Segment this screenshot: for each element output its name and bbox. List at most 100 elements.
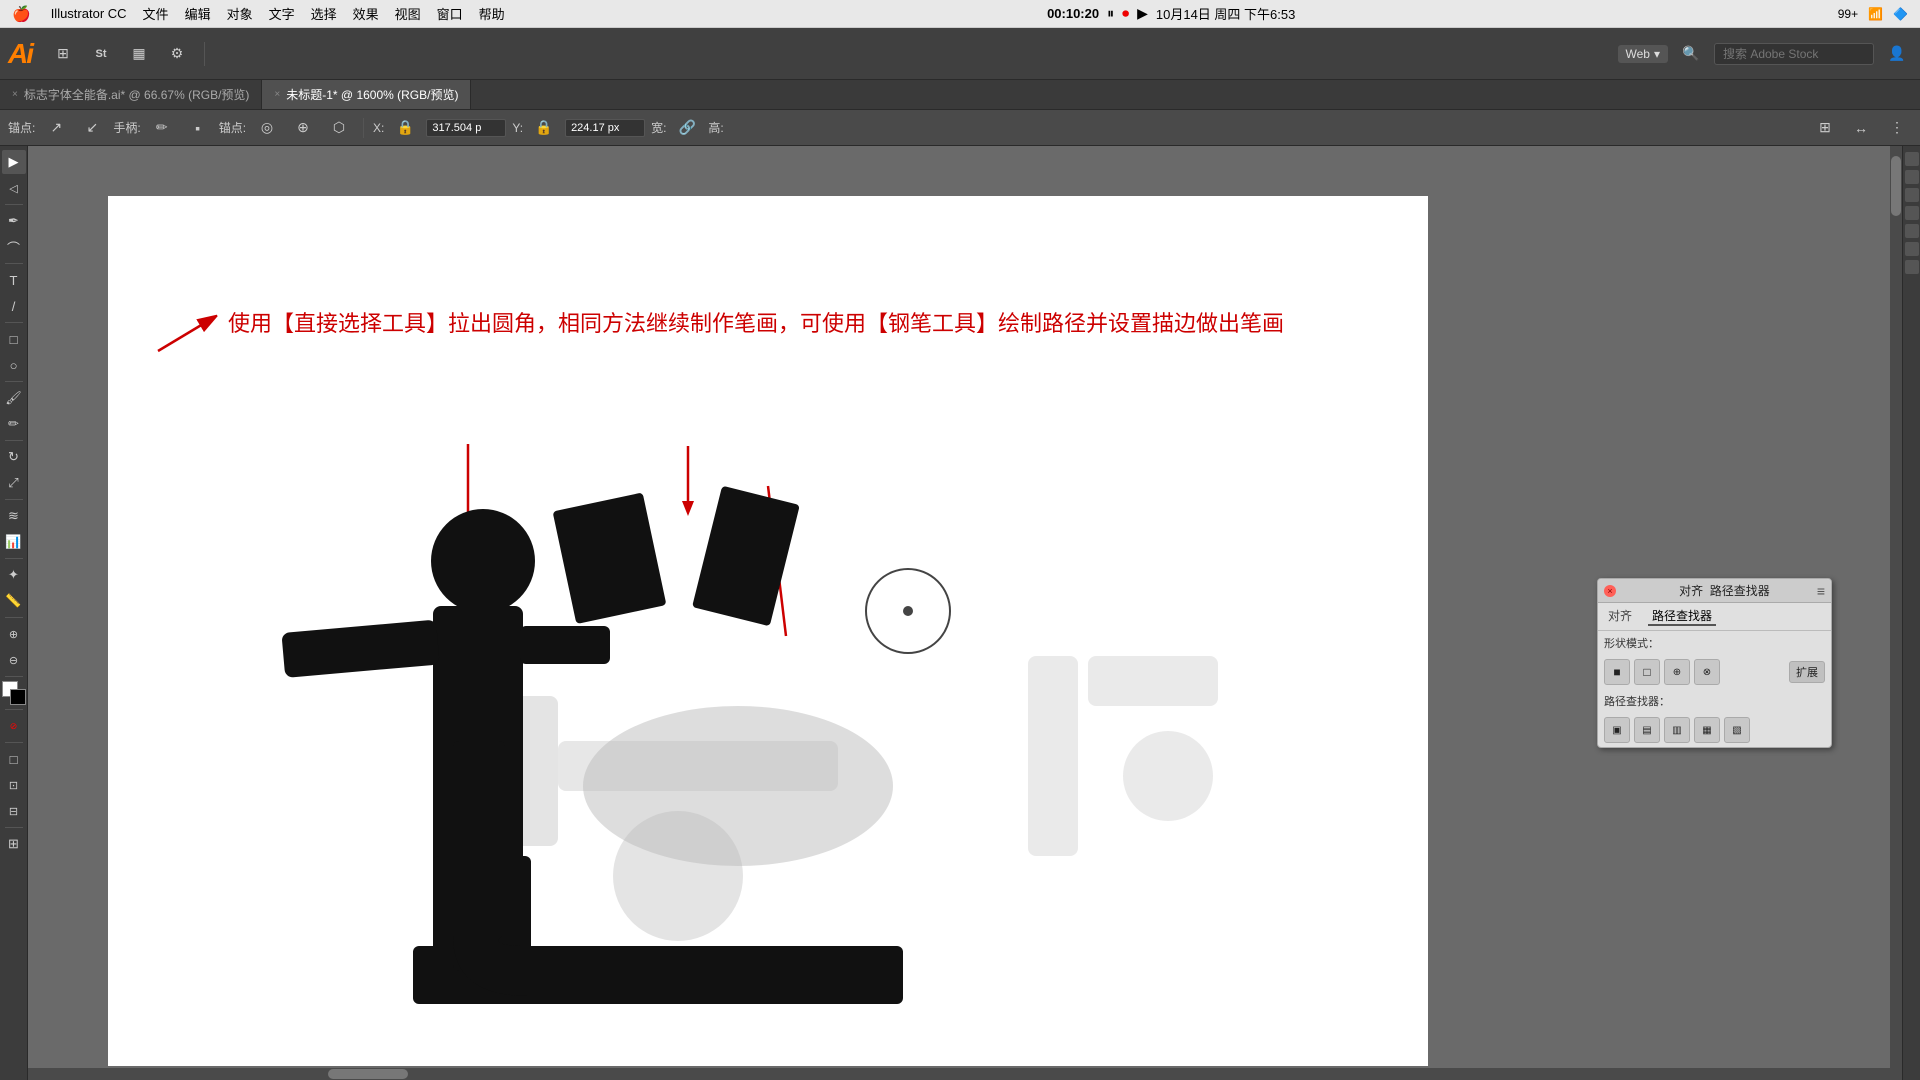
screen-mode[interactable]: ⊞ — [2, 832, 26, 856]
expand-button[interactable]: 扩展 — [1789, 661, 1825, 683]
crop-button[interactable]: ▦ — [1694, 717, 1720, 743]
curvature-tool[interactable]: ⌒ — [2, 235, 26, 259]
play-icon[interactable]: ▶ — [1137, 5, 1148, 22]
tab-1[interactable]: × 未标题-1* @ 1600% (RGB/预览) — [262, 80, 471, 109]
draw-inside[interactable]: ⊡ — [2, 773, 26, 797]
date-display: 10月14日 周四 下午6:53 — [1156, 4, 1295, 23]
warp-tool[interactable]: ≋ — [2, 504, 26, 528]
divide-button[interactable]: ▣ — [1604, 717, 1630, 743]
menu-text[interactable]: 文字 — [269, 4, 295, 23]
scrollbar-vertical[interactable] — [1890, 146, 1902, 1080]
anchor-convert-icon[interactable]: ↗ — [41, 113, 71, 143]
tool-sep1 — [5, 204, 23, 205]
arrange-icon[interactable]: ⊞ — [48, 39, 78, 69]
intersect-button[interactable]: ⊕ — [1664, 659, 1690, 685]
merge-button[interactable]: ▥ — [1664, 717, 1690, 743]
trim-button[interactable]: ▤ — [1634, 717, 1660, 743]
search-input[interactable] — [1714, 43, 1874, 65]
link-icon[interactable]: 🔗 — [672, 113, 702, 143]
more-icon[interactable]: ⋮ — [1882, 113, 1912, 143]
main-layout: ▶ ◁ ✒ ⌒ T / □ ○ 🖌 ✏ ↻ ⤢ ≋ 📊 ✦ 📏 ⊕ ⊖ ⊘ — [0, 146, 1920, 1080]
right-panel-btn7[interactable] — [1905, 260, 1919, 274]
scrollbar-horizontal[interactable] — [28, 1068, 1890, 1080]
menu-select[interactable]: 选择 — [311, 4, 337, 23]
user-icon[interactable]: 👤 — [1882, 39, 1912, 69]
anchor-icon[interactable]: ◎ — [252, 113, 282, 143]
measure-tool[interactable]: 📏 — [2, 589, 26, 613]
scrollbar-thumb-v[interactable] — [1891, 156, 1901, 216]
anchor-smooth-icon[interactable]: ↙ — [77, 113, 107, 143]
multi-icon[interactable]: ⬡ — [324, 113, 354, 143]
chevron-down-icon: ▾ — [1654, 47, 1660, 61]
menu-window[interactable]: 窗口 — [437, 4, 463, 23]
tab-0-close[interactable]: × — [12, 89, 18, 100]
menu-object[interactable]: 对象 — [227, 4, 253, 23]
align-icon[interactable]: ⊞ — [1810, 113, 1840, 143]
zoom-out-tool[interactable]: ⊖ — [2, 648, 26, 672]
right-panel-btn3[interactable] — [1905, 188, 1919, 202]
tool-sep10 — [5, 709, 23, 710]
right-panel-btn6[interactable] — [1905, 242, 1919, 256]
fill-stroke-colors[interactable] — [2, 681, 26, 705]
st-icon[interactable]: St — [86, 39, 116, 69]
pathfinder-panel: × 对齐 路径查找器 ≡ 对齐 路径查找器 形状模式： ■ □ ⊕ ⊗ 扩展 — [1597, 578, 1832, 748]
layout-icon[interactable]: ▦ — [124, 39, 154, 69]
pencil-tool[interactable]: ✏ — [2, 412, 26, 436]
draw-behind[interactable]: ⊟ — [2, 799, 26, 823]
right-panel-btn1[interactable] — [1905, 152, 1919, 166]
unite-button[interactable]: ■ — [1604, 659, 1630, 685]
x-input[interactable] — [426, 119, 506, 137]
minus-front-button[interactable]: □ — [1634, 659, 1660, 685]
hand-icon[interactable]: ✏ — [147, 113, 177, 143]
scrollbar-thumb-h[interactable] — [328, 1069, 408, 1079]
menu-edit[interactable]: 编辑 — [185, 4, 211, 23]
menu-file[interactable]: 文件 — [143, 4, 169, 23]
hand-square[interactable]: ▪ — [183, 113, 213, 143]
pen-tool[interactable]: ✒ — [2, 209, 26, 233]
text-tool[interactable]: T — [2, 268, 26, 292]
panel-close-button[interactable]: × — [1604, 585, 1616, 597]
pause-icon[interactable]: ⏸ — [1107, 5, 1114, 22]
right-panel-btn4[interactable] — [1905, 206, 1919, 220]
tab-align[interactable]: 对齐 — [1604, 607, 1636, 626]
select-tool[interactable]: ▶ — [2, 150, 26, 174]
exclude-button[interactable]: ⊗ — [1694, 659, 1720, 685]
tab-1-label: 未标题-1* @ 1600% (RGB/预览) — [286, 86, 458, 103]
normal-mode[interactable]: □ — [2, 747, 26, 771]
eyedropper-tool[interactable]: ✦ — [2, 563, 26, 587]
rect-tool[interactable]: □ — [2, 327, 26, 351]
record-icon[interactable]: ⏺ — [1122, 5, 1129, 22]
outline-button[interactable]: ▧ — [1724, 717, 1750, 743]
panel-minimize-button[interactable] — [1620, 585, 1632, 597]
right-panel-btn5[interactable] — [1905, 224, 1919, 238]
panel-menu-icon[interactable]: ≡ — [1817, 583, 1825, 599]
apple-menu[interactable]: 🍎 — [12, 5, 31, 23]
scale-tool[interactable]: ⤢ — [2, 471, 26, 495]
tools-icon[interactable]: ⚙ — [162, 39, 192, 69]
zoom-tool[interactable]: ⊕ — [2, 622, 26, 646]
stroke-color[interactable] — [10, 689, 26, 705]
rotate-tool[interactable]: ↻ — [2, 445, 26, 469]
right-panel-btn2[interactable] — [1905, 170, 1919, 184]
line-tool[interactable]: / — [2, 294, 26, 318]
y-input[interactable] — [565, 119, 645, 137]
toolbar-separator — [204, 42, 205, 66]
tab-pathfinder[interactable]: 路径查找器 — [1648, 607, 1716, 626]
paintbrush-tool[interactable]: 🖌 — [2, 386, 26, 410]
tab-1-close[interactable]: × — [274, 89, 280, 100]
y-lock-icon[interactable]: 🔒 — [529, 113, 559, 143]
direct-select-tool[interactable]: ◁ — [2, 176, 26, 200]
x-lock-icon[interactable]: 🔒 — [390, 113, 420, 143]
tab-0[interactable]: × 标志字体全能备.ai* @ 66.67% (RGB/预览) — [0, 80, 262, 109]
column-chart-tool[interactable]: 📊 — [2, 530, 26, 554]
web-button[interactable]: Web ▾ — [1618, 45, 1669, 63]
anchor-icon2[interactable]: ⊕ — [288, 113, 318, 143]
search-icon[interactable]: 🔍 — [1676, 39, 1706, 69]
transform-icon[interactable]: ↔ — [1846, 113, 1876, 143]
menu-view[interactable]: 视图 — [395, 4, 421, 23]
hand-label: 手柄: — [113, 119, 140, 136]
menu-effect[interactable]: 效果 — [353, 4, 379, 23]
ellipse-tool[interactable]: ○ — [2, 353, 26, 377]
none-icon[interactable]: ⊘ — [2, 714, 26, 738]
menu-help[interactable]: 帮助 — [479, 4, 505, 23]
